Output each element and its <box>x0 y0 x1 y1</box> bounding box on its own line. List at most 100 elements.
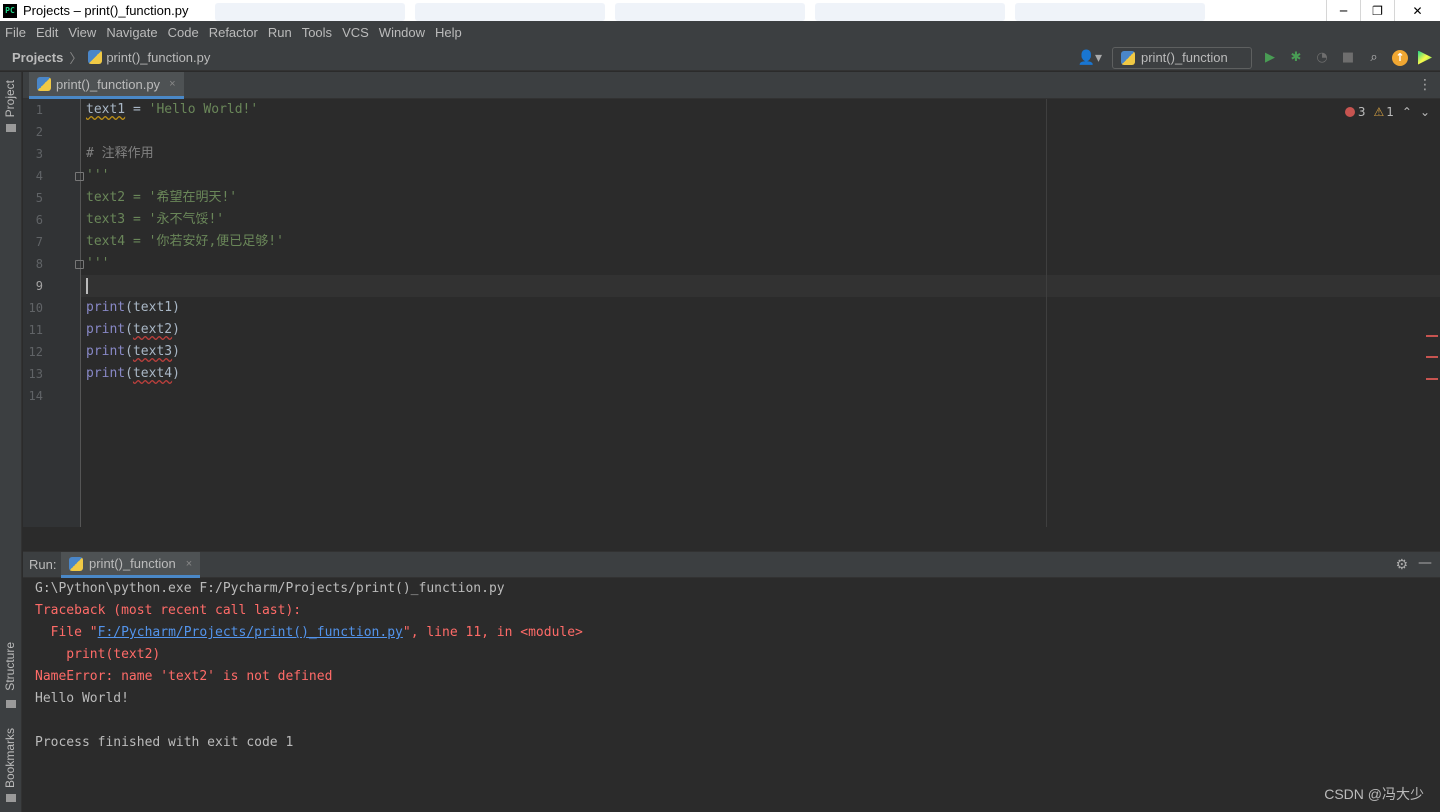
error-stripe-mark[interactable] <box>1426 335 1438 337</box>
code-string: 'Hello World!' <box>148 102 259 117</box>
console-traceback-file: File "F:/Pycharm/Projects/print()_functi… <box>35 622 583 644</box>
code-argument-error: text3 <box>132 344 173 359</box>
menu-navigate[interactable]: Navigate <box>106 25 163 40</box>
menu-vcs[interactable]: VCS <box>342 25 375 40</box>
pycharm-logo-icon[interactable] <box>1418 50 1432 65</box>
structure-tool-window-button[interactable]: Structure <box>3 642 17 691</box>
menu-run[interactable]: Run <box>268 25 298 40</box>
python-file-icon <box>37 77 51 91</box>
console-exit-message: Process finished with exit code 1 <box>35 735 294 750</box>
breadcrumb-file[interactable]: print()_function.py <box>106 50 210 65</box>
toolbar: 👤▾ print()_function ▼ ▶ ✱ ◔ ■ ⌕ ↑ <box>1078 44 1432 239</box>
previous-problem-icon[interactable]: ⌃ <box>1402 105 1412 119</box>
minimize-panel-icon[interactable]: — <box>1418 555 1432 571</box>
traceback-file-prefix: File " <box>35 625 98 640</box>
background-browser-tabs <box>215 3 1205 21</box>
traceback-file-link[interactable]: F:/Pycharm/Projects/print()_function.py <box>98 625 403 640</box>
code-paren: ( <box>125 366 133 381</box>
update-icon[interactable]: ↑ <box>1392 49 1408 66</box>
traceback-file-suffix: ", line 11, in <module> <box>402 625 583 640</box>
search-icon[interactable]: ⌕ <box>1366 50 1382 66</box>
next-problem-icon[interactable]: ⌄ <box>1420 105 1430 119</box>
menu-edit[interactable]: Edit <box>36 25 64 40</box>
line-number: 13 <box>28 367 43 381</box>
run-panel-label: Run: <box>29 557 57 572</box>
menu-code[interactable]: Code <box>168 25 205 40</box>
restore-window-button[interactable]: ❐ <box>1360 0 1394 21</box>
console-output: Hello World! <box>35 691 129 706</box>
close-tab-icon[interactable]: × <box>169 78 175 90</box>
code-string: text2 = '希望在明天!' <box>86 190 238 205</box>
bookmarks-tool-window-button[interactable]: Bookmarks <box>3 728 17 788</box>
python-file-icon <box>88 50 103 64</box>
code-line: print(text3) <box>86 341 180 363</box>
warning-count[interactable]: ⚠ 1 <box>1373 105 1393 119</box>
close-run-tab-icon[interactable]: × <box>186 558 192 570</box>
run-tab[interactable]: print()_function × <box>61 552 201 578</box>
code-paren: ( <box>125 300 133 315</box>
code-paren: ) <box>172 300 180 315</box>
line-number: 1 <box>35 103 43 117</box>
inspection-widget[interactable]: 3 ⚠ 1 ⌃ ⌄ <box>1344 105 1430 119</box>
code-paren: ) <box>172 322 180 337</box>
error-stripe-mark[interactable] <box>1426 378 1438 380</box>
editor-bottom-area <box>23 527 1440 551</box>
user-icon[interactable]: 👤▾ <box>1078 50 1102 66</box>
code-line: text1 = 'Hello World!' <box>86 99 258 121</box>
line-number: 5 <box>35 191 43 205</box>
code-string: ''' <box>86 256 110 271</box>
run-console[interactable]: G:\Python\python.exe F:/Pycharm/Projects… <box>23 578 1440 812</box>
line-number: 10 <box>28 301 43 315</box>
fold-marker-icon[interactable] <box>75 172 84 181</box>
menu-help[interactable]: Help <box>435 25 468 40</box>
minimize-window-button[interactable]: ─ <box>1326 0 1360 21</box>
menu-refactor[interactable]: Refactor <box>209 25 264 40</box>
menu-tools[interactable]: Tools <box>302 25 338 40</box>
project-tool-window-button[interactable]: Project <box>3 80 17 117</box>
debug-icon[interactable]: ✱ <box>1288 50 1304 66</box>
error-stripe-mark[interactable] <box>1426 356 1438 358</box>
line-number: 6 <box>35 213 43 227</box>
line-number: 3 <box>35 147 43 161</box>
run-tab-label: print()_function <box>89 556 176 571</box>
run-icon[interactable]: ▶ <box>1262 50 1278 66</box>
code-paren: ( <box>125 344 133 359</box>
navigation-bar: Projects 〉 print()_function.py 👤▾ print(… <box>0 44 1440 239</box>
more-actions-icon[interactable]: ⋮ <box>1418 77 1432 93</box>
code-function: print <box>86 366 126 381</box>
menu-file[interactable]: File <box>5 25 32 40</box>
code-function: print <box>86 322 126 337</box>
close-window-button[interactable]: ✕ <box>1394 0 1440 21</box>
menu-bar: File Edit View Navigate Code Refactor Ru… <box>0 21 1440 44</box>
line-number: 9 <box>35 279 43 293</box>
code-paren: ( <box>125 322 133 337</box>
line-number: 11 <box>28 323 43 337</box>
stop-icon[interactable]: ■ <box>1340 50 1356 66</box>
run-panel-header: Run: print()_function × ⚙ — <box>23 551 1440 578</box>
background-tab <box>815 3 1005 21</box>
line-number-gutter: 1 2 3 4 5 6 7 8 9 10 11 12 13 14 <box>23 99 84 527</box>
code-line: print(text4) <box>86 363 180 385</box>
gear-icon[interactable]: ⚙ <box>1395 557 1408 573</box>
editor-tab-label: print()_function.py <box>56 76 161 92</box>
code-function: print <box>86 344 126 359</box>
menu-view[interactable]: View <box>68 25 102 40</box>
breadcrumb-root[interactable]: Projects <box>12 50 63 65</box>
coverage-icon[interactable]: ◔ <box>1314 50 1330 66</box>
code-editor[interactable]: 1 2 3 4 5 6 7 8 9 10 11 12 13 14 text1 =… <box>23 99 1440 527</box>
editor-tab-row: print()_function.py × ⋮ <box>23 72 1440 99</box>
breadcrumb-separator: 〉 <box>69 51 83 67</box>
error-count-value: 3 <box>1357 105 1366 119</box>
console-command-line: G:\Python\python.exe F:/Pycharm/Projects… <box>35 581 505 596</box>
error-count[interactable]: 3 <box>1344 105 1366 119</box>
code-variable: text1 <box>86 102 126 117</box>
fold-marker-icon[interactable] <box>75 260 84 269</box>
code-line: print(text2) <box>86 319 180 341</box>
menu-window[interactable]: Window <box>379 25 431 40</box>
line-number: 12 <box>28 345 43 359</box>
python-config-icon <box>1121 50 1135 65</box>
code-comment: # 注释作用 <box>86 146 154 161</box>
run-configuration-select[interactable]: print()_function ▼ <box>1112 46 1252 239</box>
console-traceback-header: Traceback (most recent call last): <box>35 603 302 618</box>
editor-tab[interactable]: print()_function.py × <box>29 72 184 99</box>
